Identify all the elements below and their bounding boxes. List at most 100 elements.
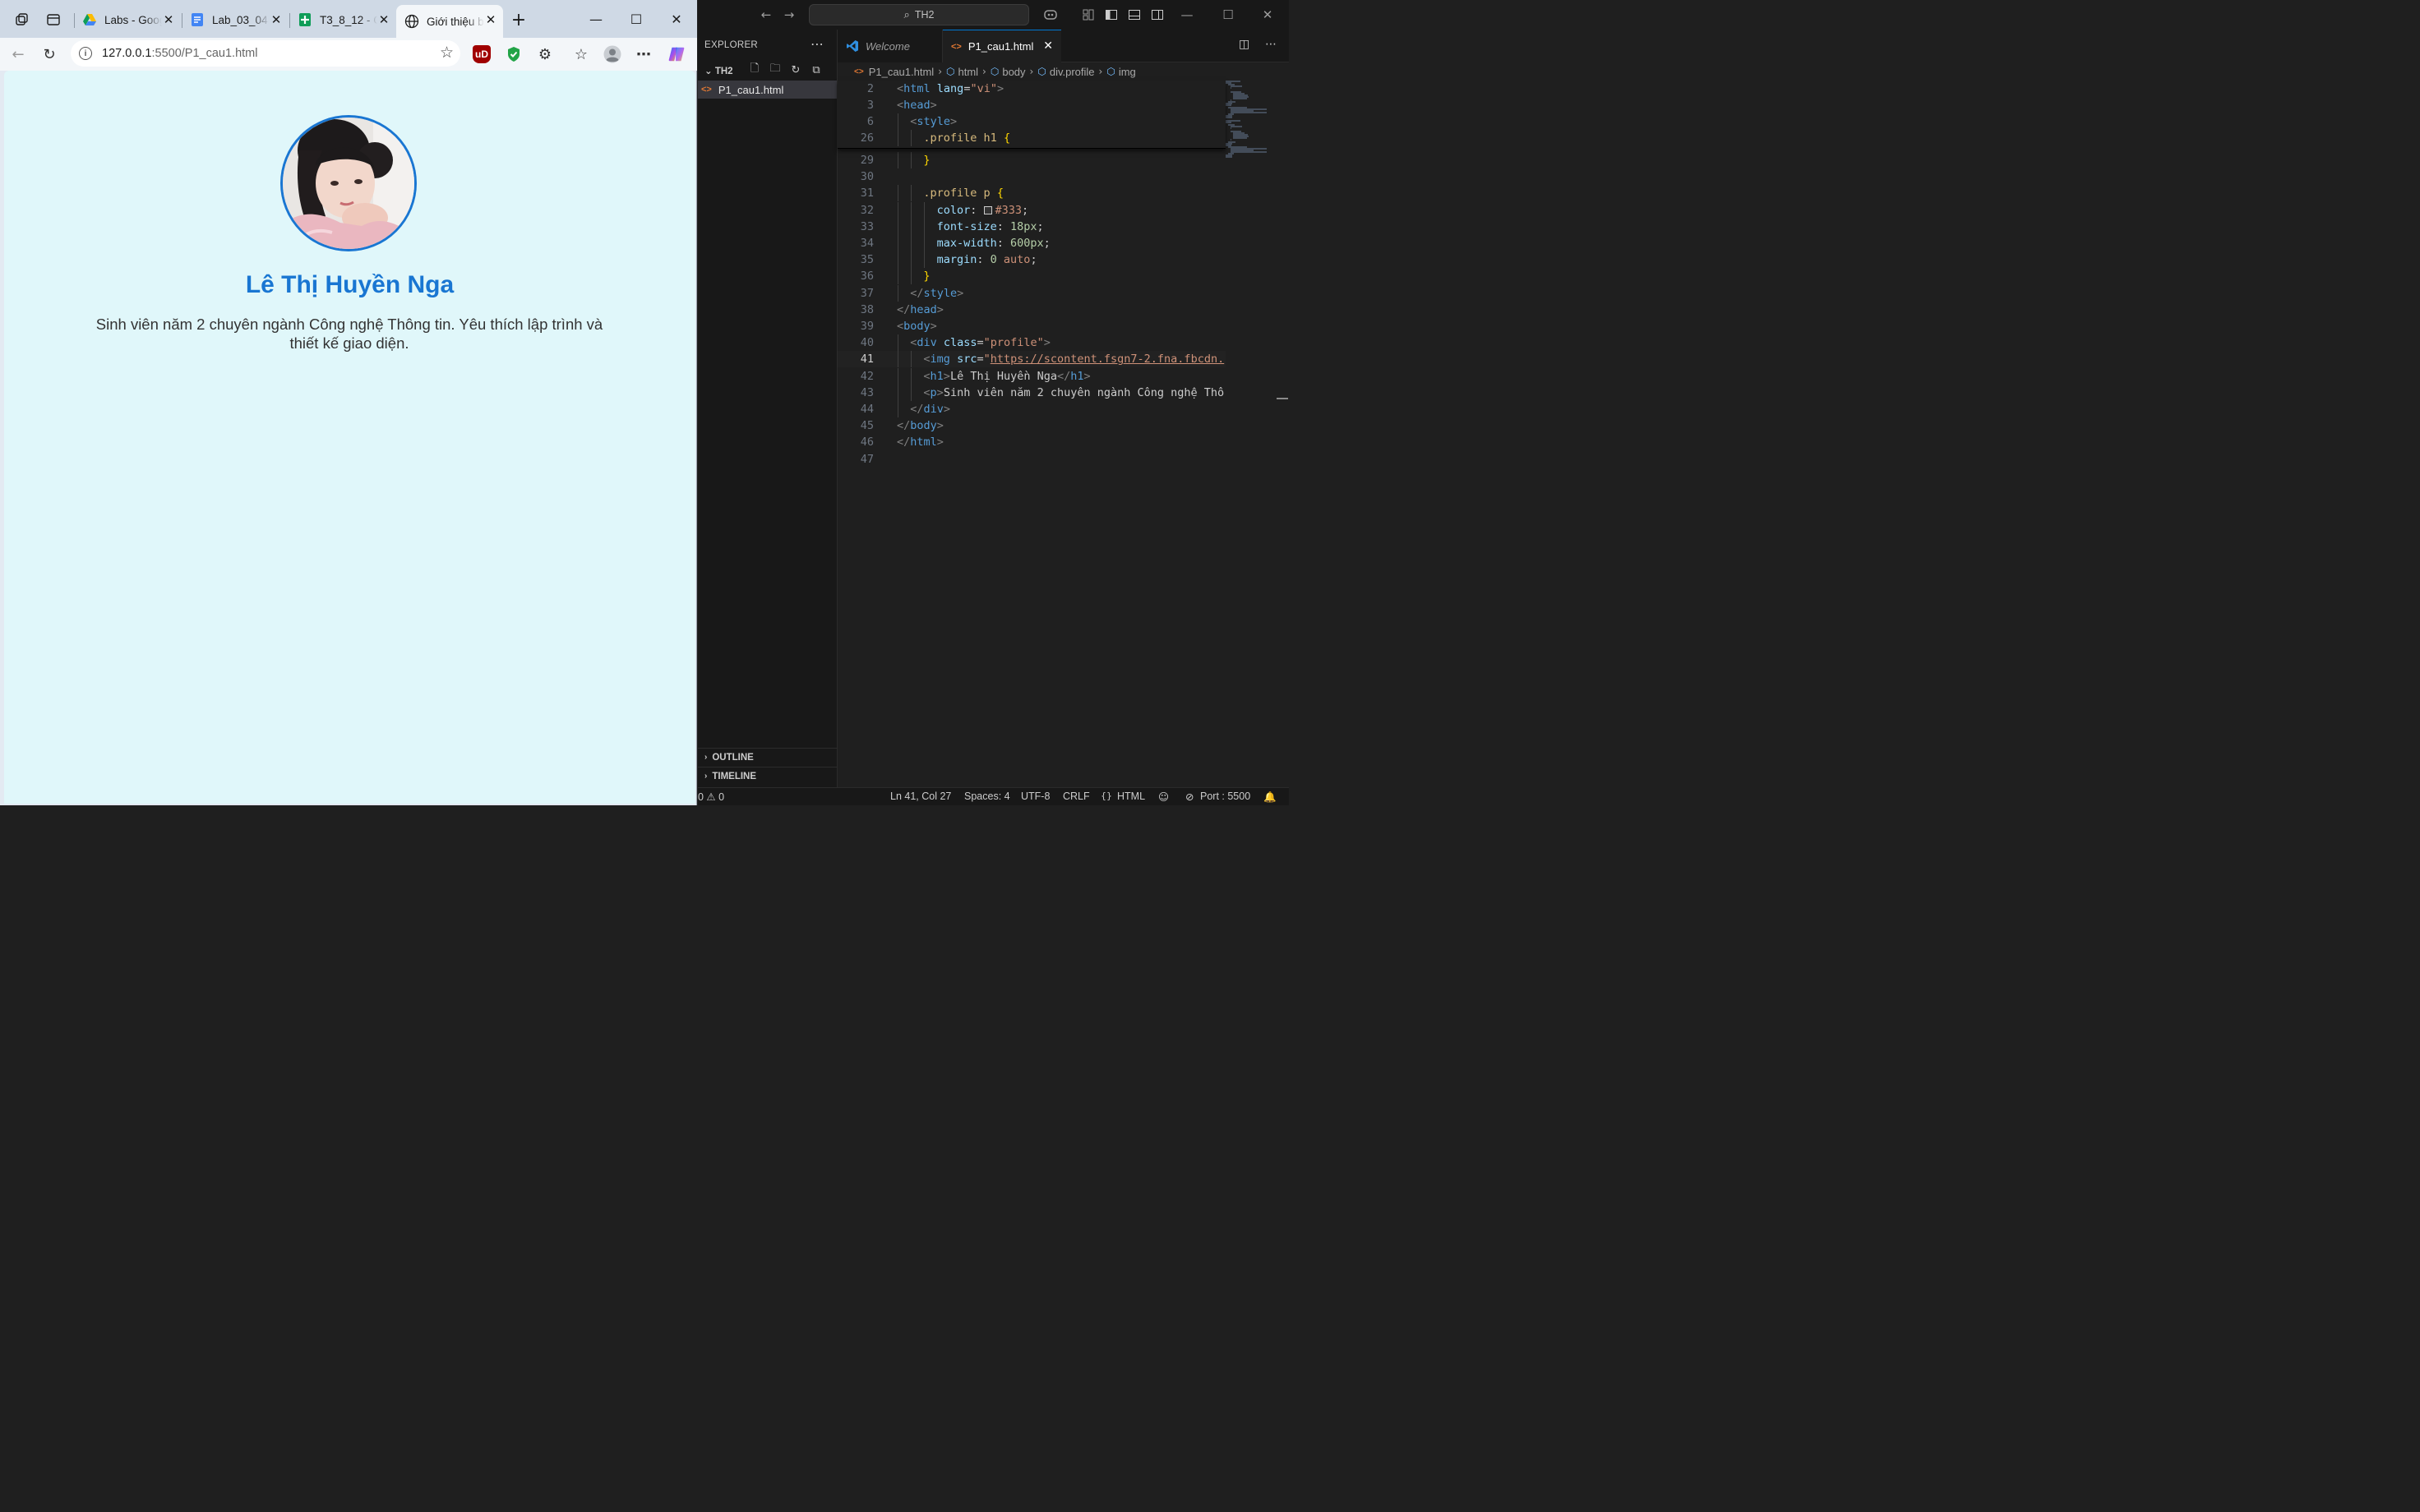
new-folder-icon[interactable]: 🗀: [768, 62, 783, 77]
code-line[interactable]: 34 max-width: 600px;: [838, 235, 1226, 251]
code-line[interactable]: 39 <body>: [838, 318, 1226, 334]
code-line[interactable]: 32 color: #333;: [838, 201, 1226, 219]
toggle-panel-icon[interactable]: [1124, 5, 1145, 25]
breadcrumb-body[interactable]: ⬡ body: [991, 66, 1026, 78]
code-line[interactable]: 41 <img src="https://scontent.fsgn7-2.fna…: [838, 351, 1226, 368]
tab-google-drive[interactable]: Labs - Google Drive ✕: [74, 5, 181, 35]
new-tab-plus-icon[interactable]: +: [507, 8, 530, 31]
toggle-secondary-sidebar-icon[interactable]: [1147, 5, 1168, 25]
site-info-icon[interactable]: i: [79, 47, 92, 60]
code-line[interactable]: 6 <style>: [838, 113, 1226, 130]
code-line[interactable]: 2 <html lang="vi">: [838, 81, 1226, 97]
refresh-icon[interactable]: ↻: [788, 62, 803, 77]
toggle-primary-sidebar-icon[interactable]: [1101, 5, 1122, 25]
more-actions-icon[interactable]: ⋯: [1265, 38, 1277, 51]
breadcrumb-html[interactable]: ⬡ html: [946, 66, 978, 78]
code-editor[interactable]: 2 <html lang="vi"> 3 <head> 6 <style> 26 .profi…: [838, 81, 1289, 787]
code-line[interactable]: 37 </style>: [838, 284, 1226, 302]
tab-welcome[interactable]: Welcome: [838, 30, 943, 62]
line-endings[interactable]: CRLF: [1063, 791, 1090, 802]
code-line[interactable]: 35 margin: 0 auto;: [838, 251, 1226, 269]
nav-forward-icon[interactable]: →: [778, 5, 800, 25]
code-line[interactable]: 45 </body>: [838, 417, 1226, 434]
favorites-icon[interactable]: ☆: [572, 45, 590, 63]
workspace-folder-label[interactable]: ⌄ TH2: [704, 65, 733, 76]
encoding[interactable]: UTF-8: [1021, 791, 1050, 802]
new-file-icon[interactable]: 🗋: [747, 62, 762, 77]
code-line[interactable]: 43 <p>Sinh viên năm 2 chuyên ngành Công n…: [838, 384, 1226, 401]
breadcrumb-div-profile[interactable]: ⬡ div.profile: [1037, 66, 1094, 78]
code-line[interactable]: 36}: [838, 268, 1226, 285]
close-icon[interactable]: ✕: [1043, 39, 1053, 53]
color-swatch[interactable]: [983, 205, 992, 214]
code-line[interactable]: 30: [838, 168, 1226, 185]
reload-icon[interactable]: ↻: [37, 43, 62, 66]
notifications-bell-icon[interactable]: 🔔: [1263, 791, 1277, 804]
code-token: head: [910, 302, 937, 316]
tab-google-sheets[interactable]: T3_8_12 - Google Sheets ✕: [289, 5, 396, 35]
code-line[interactable]: 29}: [838, 152, 1226, 168]
line-code: </body>: [897, 417, 944, 434]
code-line[interactable]: 47: [838, 451, 1226, 468]
window-close-icon[interactable]: ✕: [1257, 5, 1278, 25]
indentation[interactable]: Spaces: 4: [964, 791, 1010, 802]
maximize-icon[interactable]: ☐: [1217, 5, 1239, 25]
copilot-icon[interactable]: [667, 45, 686, 63]
breadcrumb-file[interactable]: <> P1_cau1.html: [854, 66, 934, 78]
live-server-port[interactable]: Port : 5500: [1200, 791, 1250, 802]
more-actions-icon[interactable]: ⋯: [811, 36, 824, 53]
shield-check-icon[interactable]: [505, 45, 523, 63]
address-bar[interactable]: i 127.0.0.1:5500/P1_cau1.html ☆: [71, 40, 460, 67]
split-editor-icon[interactable]: ◫: [1239, 38, 1249, 51]
code-line[interactable]: 31 .profile p {: [838, 185, 1226, 202]
chevron-right-icon: ›: [704, 772, 708, 781]
collapse-all-icon[interactable]: ⧉: [809, 62, 824, 77]
breadcrumb-img[interactable]: ⬡ img: [1106, 66, 1135, 78]
indent-guide: [911, 384, 912, 401]
code-line[interactable]: 33 font-size: 18px;: [838, 218, 1226, 235]
vertical-tabs-icon[interactable]: [42, 8, 65, 31]
close-icon[interactable]: ✕: [376, 12, 391, 27]
close-icon[interactable]: ✕: [161, 12, 176, 27]
file-item-p1-cau1[interactable]: <> P1_cau1.html: [698, 81, 837, 99]
tab-active-profile-page[interactable]: Giới thiệu bản thân ✕: [396, 5, 503, 38]
line-code: color: #333;: [937, 202, 1029, 219]
favorite-star-icon[interactable]: ☆: [440, 44, 454, 62]
copilot-status-icon[interactable]: ☺: [1158, 791, 1169, 803]
tab-lab-03-04[interactable]: Lab_03_04 ✕: [182, 5, 289, 35]
minimize-icon[interactable]: —: [1176, 5, 1198, 25]
maximize-icon[interactable]: ☐: [620, 7, 653, 31]
back-arrow-icon[interactable]: ←: [6, 43, 30, 66]
indent-guide: [911, 235, 912, 251]
close-icon[interactable]: ✕: [483, 12, 498, 27]
more-menu-icon[interactable]: ⋯: [635, 45, 653, 63]
problems-indicator[interactable]: 0 ⚠ 0: [698, 791, 724, 803]
outline-section[interactable]: › OUTLINE: [698, 748, 837, 766]
code-line[interactable]: 42 <h1>Lê Thị Huyền Nga</h1>: [838, 367, 1226, 385]
workspaces-icon[interactable]: [10, 8, 33, 31]
language-mode[interactable]: HTML: [1117, 791, 1145, 802]
line-number: 34: [860, 237, 874, 250]
window-close-icon[interactable]: ✕: [660, 7, 693, 31]
minimap[interactable]: [1226, 81, 1283, 787]
layout-customize-icon[interactable]: [1078, 5, 1099, 25]
command-center-search[interactable]: ⌕ TH2: [809, 4, 1029, 25]
close-icon[interactable]: ✕: [269, 12, 284, 27]
code-line[interactable]: 3 <head>: [838, 97, 1226, 113]
profile-avatar-icon[interactable]: [603, 45, 621, 63]
tab-p1-cau1[interactable]: <> P1_cau1.html ✕: [943, 30, 1061, 62]
timeline-section[interactable]: › TIMELINE: [698, 767, 837, 785]
cursor-position[interactable]: Ln 41, Col 27: [890, 791, 951, 802]
nav-back-icon[interactable]: ←: [755, 5, 777, 25]
code-line[interactable]: 46 </html>: [838, 434, 1226, 450]
ublock-origin-icon[interactable]: uD: [473, 45, 491, 63]
code-line[interactable]: 44 </div>: [838, 401, 1226, 417]
code-line[interactable]: 40 <div class="profile">: [838, 334, 1226, 352]
code-line[interactable]: 26 .profile h1 {: [838, 130, 1226, 146]
copilot-icon[interactable]: [1038, 5, 1065, 25]
line-number: 30: [860, 170, 874, 184]
extensions-puzzle-icon[interactable]: ⚙: [536, 45, 554, 63]
minimize-icon[interactable]: —: [580, 7, 612, 31]
chevron-right-icon: ›: [704, 753, 708, 762]
code-line[interactable]: 38 </head>: [838, 302, 1226, 318]
